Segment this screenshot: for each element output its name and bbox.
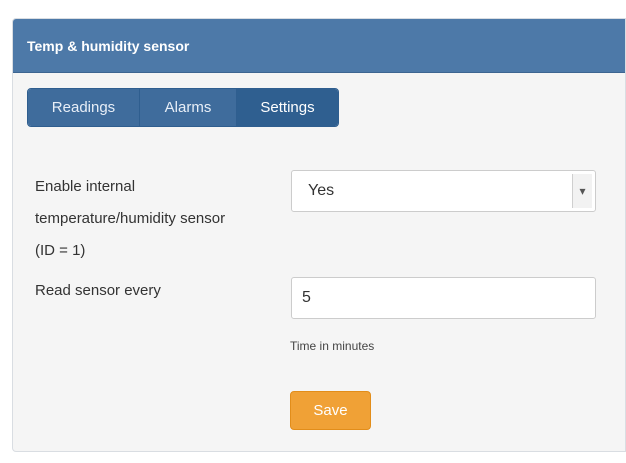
- tab-alarms[interactable]: Alarms: [140, 89, 237, 126]
- tab-alarms-label: Alarms: [164, 99, 212, 116]
- enable-sensor-select[interactable]: Yes ▾: [291, 170, 596, 212]
- tab-readings[interactable]: Readings: [28, 89, 140, 126]
- sensor-panel: Temp & humidity sensor Readings Alarms S…: [12, 18, 626, 452]
- enable-sensor-label-line3: (ID = 1): [35, 242, 86, 259]
- save-button-label: Save: [313, 402, 348, 419]
- enable-sensor-value: Yes: [308, 182, 335, 199]
- time-help-text: Time in minutes: [290, 339, 375, 353]
- tab-settings[interactable]: Settings: [237, 89, 338, 126]
- tab-readings-label: Readings: [51, 99, 116, 116]
- panel-header: Temp & humidity sensor: [13, 19, 625, 73]
- read-sensor-label: Read sensor every: [35, 282, 161, 299]
- enable-sensor-label: Enable internal temperature/humidity sen…: [35, 171, 275, 267]
- save-button[interactable]: Save: [290, 391, 371, 430]
- read-interval-input[interactable]: 5: [291, 277, 596, 319]
- enable-sensor-label-line2: temperature/humidity sensor: [35, 210, 226, 227]
- chevron-down-icon[interactable]: ▾: [572, 174, 592, 208]
- tab-settings-label: Settings: [260, 99, 315, 116]
- tab-group: Readings Alarms Settings: [27, 88, 339, 127]
- read-interval-value: 5: [302, 289, 311, 306]
- enable-sensor-label-line1: Enable internal: [35, 178, 136, 195]
- panel-title: Temp & humidity sensor: [27, 37, 190, 54]
